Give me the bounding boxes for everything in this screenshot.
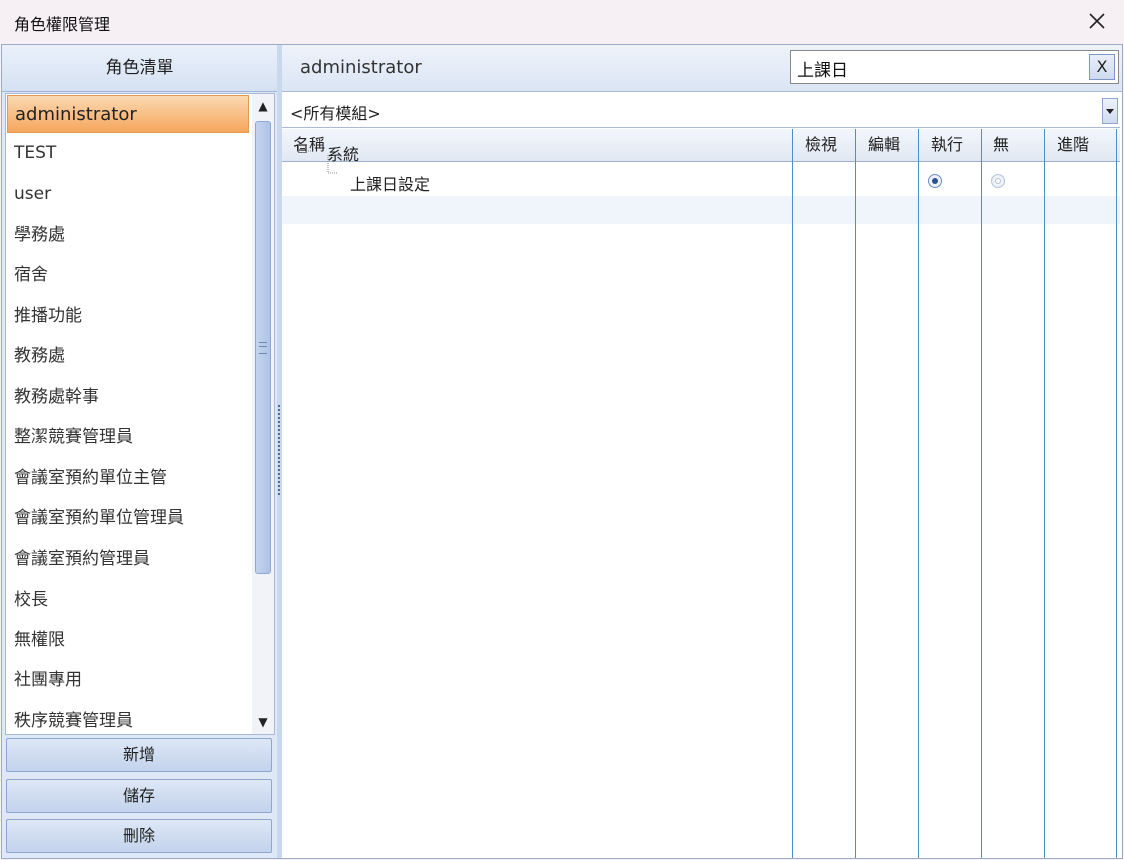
grid-header: 名稱 檢視 編輯 執行 無 進階 xyxy=(282,129,1120,162)
permission-grid: 名稱 檢視 編輯 執行 無 進階 系統 上課日設定 xyxy=(282,129,1120,858)
close-icon[interactable] xyxy=(1086,10,1108,32)
role-list-header: 角色清單 xyxy=(2,45,277,92)
role-item[interactable]: 會議室預約單位主管 xyxy=(7,459,249,497)
column-execute-header[interactable]: 執行 xyxy=(931,129,963,161)
column-none-header[interactable]: 無 xyxy=(993,129,1009,161)
table-row[interactable] xyxy=(282,196,1120,224)
search-box[interactable]: X xyxy=(790,50,1119,84)
search-input[interactable] xyxy=(795,53,1079,83)
role-item[interactable]: 教務處 xyxy=(7,337,249,375)
permission-panel: administrator X <所有模組> 名稱 檢視 編輯 執行 無 進階 xyxy=(282,45,1122,858)
column-divider xyxy=(1044,129,1045,858)
role-item[interactable]: 校長 xyxy=(7,581,249,619)
role-item[interactable]: 社團專用 xyxy=(7,661,249,699)
role-item[interactable]: 無權限 xyxy=(7,621,249,659)
role-item[interactable]: 會議室預約單位管理員 xyxy=(7,499,249,537)
none-radio[interactable] xyxy=(991,174,1005,188)
column-divider xyxy=(981,129,982,858)
role-item[interactable]: user xyxy=(7,175,249,213)
current-role-name: administrator xyxy=(300,57,422,78)
column-advanced-header[interactable]: 進階 xyxy=(1057,129,1089,161)
add-role-button[interactable]: 新增 xyxy=(6,738,272,772)
execute-radio[interactable] xyxy=(928,174,942,188)
grip-icon xyxy=(259,342,267,354)
window-title: 角色權限管理 xyxy=(14,15,111,34)
column-divider xyxy=(1116,129,1117,858)
clear-search-button[interactable]: X xyxy=(1089,54,1115,80)
column-view-header[interactable]: 檢視 xyxy=(805,129,837,161)
role-item[interactable]: 教務處幹事 xyxy=(7,378,249,416)
permission-header: administrator X xyxy=(282,45,1122,92)
module-filter-select[interactable]: <所有模組> xyxy=(282,93,1120,128)
role-item[interactable]: 秩序競賽管理員 xyxy=(7,702,249,734)
title-bar: 角色權限管理 xyxy=(0,0,1124,44)
column-divider xyxy=(855,129,856,858)
column-edit-header[interactable]: 編輯 xyxy=(868,129,900,161)
role-list-scrollbar[interactable]: ▲ ▼ xyxy=(252,94,274,734)
role-item[interactable]: 宿舍 xyxy=(7,256,249,294)
column-divider xyxy=(792,129,793,858)
column-divider xyxy=(918,129,919,858)
tree-group-label[interactable]: 系統 xyxy=(327,141,359,165)
role-item[interactable]: 整潔競賽管理員 xyxy=(7,418,249,456)
scroll-thumb[interactable] xyxy=(255,121,271,574)
window-client: 角色清單 administrator TEST user 學務處 宿舍 推播功能… xyxy=(1,44,1123,859)
role-item[interactable]: 學務處 xyxy=(7,216,249,254)
role-item[interactable]: TEST xyxy=(7,134,249,172)
scroll-down-arrow-icon[interactable]: ▼ xyxy=(252,710,274,734)
role-list[interactable]: administrator TEST user 學務處 宿舍 推播功能 教務處 … xyxy=(5,93,275,735)
scroll-up-arrow-icon[interactable]: ▲ xyxy=(252,94,274,118)
delete-button[interactable]: 刪除 xyxy=(6,819,272,853)
role-panel: 角色清單 administrator TEST user 學務處 宿舍 推播功能… xyxy=(2,45,277,858)
role-item-administrator[interactable]: administrator xyxy=(7,95,249,133)
role-item[interactable]: 會議室預約管理員 xyxy=(7,540,249,578)
module-filter-value: <所有模組> xyxy=(290,104,381,123)
role-item[interactable]: 推播功能 xyxy=(7,297,249,335)
save-button[interactable]: 儲存 xyxy=(6,779,272,813)
dropdown-arrow-icon[interactable] xyxy=(1102,98,1118,124)
tree-item-label[interactable]: 上課日設定 xyxy=(350,171,430,195)
